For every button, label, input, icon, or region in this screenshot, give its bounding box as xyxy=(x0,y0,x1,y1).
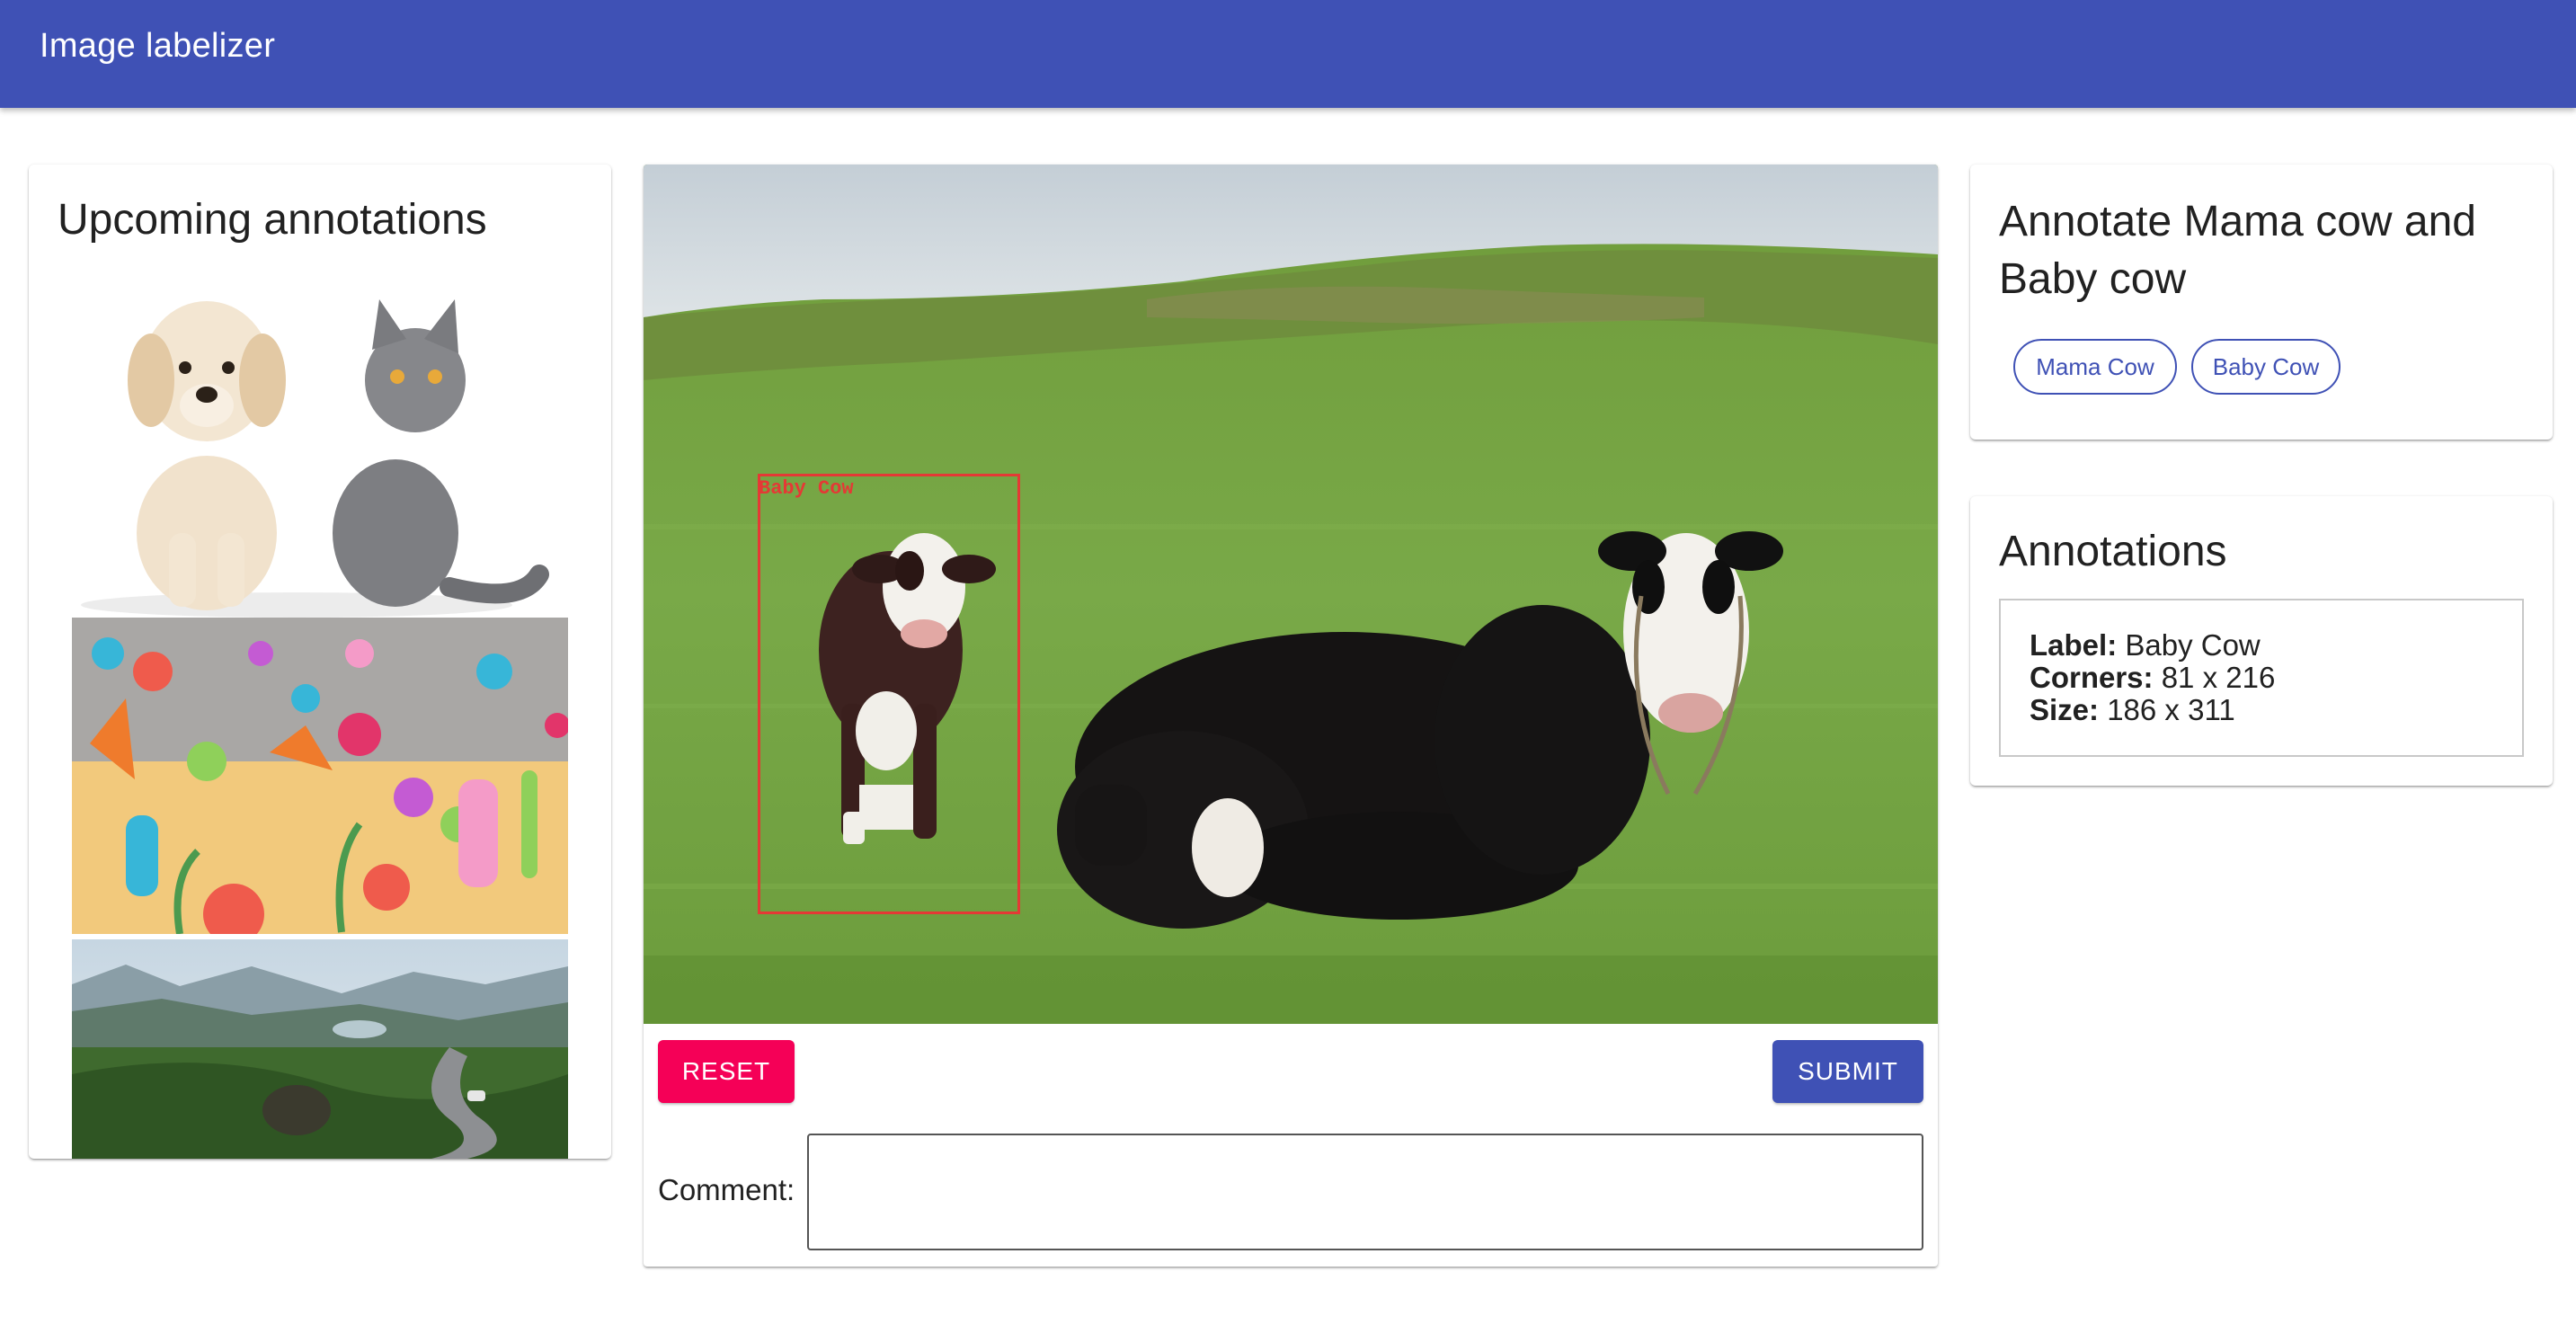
annotation-label-row: Label: Baby Cow xyxy=(2030,629,2493,662)
annotation-item[interactable]: Label: Baby Cow Corners: 81 x 216 Size: … xyxy=(1999,599,2524,757)
annotation-workspace-card: Baby Cow RESET SUBMIT Comment: xyxy=(644,165,1938,1267)
corners-key: Corners: xyxy=(2030,661,2154,694)
landscape-image xyxy=(72,939,568,1159)
reset-button[interactable]: RESET xyxy=(658,1040,795,1103)
puppy-cat-image xyxy=(72,263,568,618)
label-chip-mama-cow[interactable]: Mama Cow xyxy=(2013,339,2177,395)
app-title: Image labelizer xyxy=(40,27,276,65)
task-card: Annotate Mama cow and Baby cow Mama Cow … xyxy=(1970,165,2553,440)
annotation-corners-row: Corners: 81 x 216 xyxy=(2030,662,2493,694)
corners-value: 81 x 216 xyxy=(2161,661,2276,694)
upcoming-annotations-card: Upcoming annotations xyxy=(29,165,611,1159)
bounding-box[interactable] xyxy=(758,474,1020,914)
size-value: 186 x 311 xyxy=(2107,693,2235,726)
thumbnail-landscape[interactable] xyxy=(72,939,568,1159)
annotation-canvas[interactable]: Baby Cow xyxy=(644,165,1938,1024)
bounding-box-label: Baby Cow xyxy=(759,477,854,500)
size-key: Size: xyxy=(2030,693,2100,726)
ocean-creatures-image xyxy=(72,618,568,934)
annotations-title: Annotations xyxy=(1999,528,2227,575)
annotation-size-row: Size: 186 x 311 xyxy=(2030,694,2493,726)
thumbnail-ocean[interactable] xyxy=(72,618,568,934)
app-bar: Image labelizer xyxy=(0,0,2576,108)
label-value: Baby Cow xyxy=(2125,628,2261,662)
label-key: Label: xyxy=(2030,628,2118,662)
comment-label: Comment: xyxy=(658,1173,795,1206)
task-title: Annotate Mama cow and Baby cow xyxy=(1999,198,2476,303)
annotations-card: Annotations Label: Baby Cow Corners: 81 … xyxy=(1970,496,2553,786)
comment-textarea[interactable] xyxy=(807,1134,1923,1250)
upcoming-title: Upcoming annotations xyxy=(58,196,487,244)
label-chip-baby-cow[interactable]: Baby Cow xyxy=(2191,339,2341,395)
submit-button[interactable]: SUBMIT xyxy=(1772,1040,1923,1103)
